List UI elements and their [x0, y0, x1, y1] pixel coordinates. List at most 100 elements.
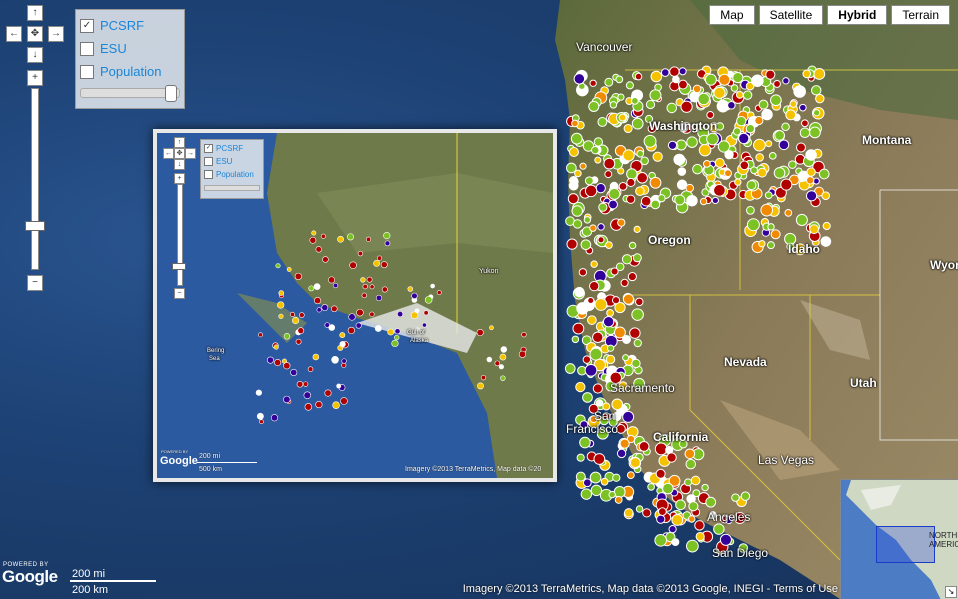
inset-site-marker [422, 322, 427, 328]
inset-opacity-slider[interactable] [204, 185, 260, 191]
pan-up-icon[interactable]: ↑ [27, 5, 43, 21]
inset-site-marker [407, 286, 414, 292]
pan-down-icon[interactable]: ↓ [27, 47, 43, 63]
opacity-slider-thumb[interactable] [165, 85, 177, 102]
inset-layer-population[interactable]: Population [204, 170, 254, 179]
site-marker [578, 268, 588, 277]
site-marker [822, 221, 831, 231]
site-marker [606, 309, 615, 317]
site-marker [799, 127, 811, 139]
site-marker [649, 89, 662, 102]
inset-site-marker [322, 256, 329, 263]
pan-center-icon[interactable]: ✥ [27, 26, 43, 42]
site-marker [579, 436, 591, 449]
site-marker [590, 260, 598, 268]
inset-zoom-thumb[interactable] [172, 263, 186, 270]
inset-zoom-in-icon[interactable]: + [174, 173, 185, 184]
zoom-in-icon[interactable]: + [27, 70, 43, 86]
inset-site-marker [360, 277, 366, 283]
inset-layer-esu[interactable]: ESU [204, 157, 232, 166]
inset-site-marker [362, 283, 368, 290]
google-logo[interactable]: Google [2, 567, 58, 587]
layer-population[interactable]: Population [80, 64, 161, 79]
site-marker [801, 119, 809, 128]
site-marker [593, 453, 606, 465]
checkbox-icon[interactable] [80, 41, 94, 56]
alaska-inset-map[interactable]: ↑ ← ✥ → ↓ + − ✓ PCSRF ESU Population Yuk… [153, 129, 557, 482]
site-marker [598, 202, 608, 212]
map-type-satellite-button[interactable]: Satellite [758, 5, 824, 25]
inset-google-logo[interactable]: Google [160, 455, 198, 467]
inset-zoom-out-icon[interactable]: − [174, 288, 185, 299]
zoom-slider-thumb[interactable] [25, 221, 45, 231]
inset-pan-right-icon[interactable]: → [185, 148, 196, 159]
label-las-vegas: Las Vegas [758, 453, 815, 467]
zoom-out-icon[interactable]: − [27, 275, 43, 291]
inset-site-marker [375, 294, 383, 302]
label-montana: Montana [862, 133, 912, 147]
inset-site-marker [366, 276, 373, 283]
site-marker [697, 92, 711, 106]
site-marker [589, 347, 603, 361]
overview-map[interactable]: NORTH AMERIC ↘ [840, 479, 958, 599]
inset-zoom-track[interactable] [177, 184, 183, 286]
inset-site-marker [341, 362, 347, 368]
site-marker [580, 239, 592, 251]
opacity-slider[interactable] [80, 85, 180, 102]
inset-site-marker [337, 235, 344, 243]
scale-km: 200 km [72, 584, 109, 596]
inset-layer-pcsrf[interactable]: ✓ PCSRF [204, 144, 243, 153]
inset-pan-up-icon[interactable]: ↑ [174, 137, 185, 148]
site-marker [734, 178, 742, 186]
inset-pan-left-icon[interactable]: ← [163, 148, 174, 159]
map-canvas[interactable]: Vancouver Washington Montana Idaho Wyor … [0, 0, 958, 599]
site-marker [584, 363, 598, 377]
site-marker [658, 507, 667, 516]
site-marker [576, 453, 585, 462]
map-type-map-button[interactable]: Map [709, 5, 755, 25]
inset-site-marker [489, 325, 494, 331]
map-type-terrain-button[interactable]: Terrain [891, 5, 950, 25]
checkbox-icon[interactable]: ✓ [80, 18, 94, 33]
overview-viewport[interactable] [876, 526, 935, 563]
map-type-control: Map Satellite Hybrid Terrain [709, 5, 950, 25]
inset-pan-center-icon[interactable]: ✥ [174, 148, 185, 159]
label-nevada: Nevada [724, 355, 767, 369]
layer-pcsrf[interactable]: ✓ PCSRF [80, 18, 144, 33]
checkbox-icon[interactable] [204, 157, 213, 166]
site-marker [811, 85, 822, 96]
inset-site-marker [274, 359, 282, 367]
site-marker [566, 238, 578, 250]
inset-site-marker [423, 310, 429, 316]
label-san-francisco-1: San [594, 409, 616, 423]
site-marker [778, 139, 790, 151]
pan-left-icon[interactable]: ← [6, 26, 22, 42]
inset-site-marker [381, 286, 388, 293]
zoom-slider-track[interactable] [31, 88, 39, 270]
site-marker [799, 103, 807, 112]
map-type-hybrid-button[interactable]: Hybrid [827, 5, 888, 25]
collapse-overview-icon[interactable]: ↘ [945, 586, 957, 598]
pan-right-icon[interactable]: → [48, 26, 64, 42]
site-marker [571, 119, 579, 128]
inset-site-marker [340, 397, 348, 405]
inset-pan-down-icon[interactable]: ↓ [174, 159, 185, 170]
layer-esu[interactable]: ESU [80, 41, 127, 56]
checkbox-icon[interactable] [80, 64, 94, 79]
site-marker [770, 229, 781, 240]
checkbox-icon[interactable] [204, 170, 213, 179]
site-marker [675, 499, 686, 511]
site-marker [761, 108, 773, 121]
inset-site-marker [500, 346, 508, 353]
checkbox-icon[interactable]: ✓ [204, 144, 213, 153]
inset-site-marker [277, 301, 285, 309]
site-marker [635, 505, 644, 513]
site-marker [631, 117, 644, 130]
site-marker [636, 149, 645, 158]
site-marker [765, 140, 773, 148]
site-marker [684, 448, 696, 460]
attribution[interactable]: Imagery ©2013 TerraMetrics, Map data ©20… [463, 583, 838, 595]
site-marker [608, 490, 616, 499]
inset-site-marker [328, 276, 336, 284]
site-marker [669, 66, 680, 77]
